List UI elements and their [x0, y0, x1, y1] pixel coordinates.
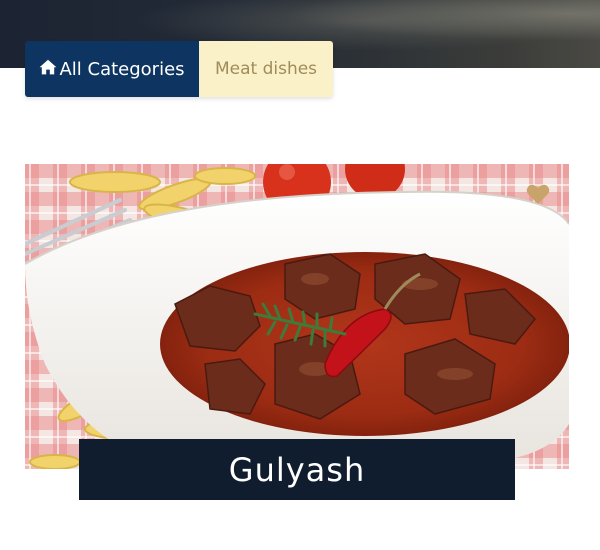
- breadcrumb-current-category: Meat dishes: [199, 41, 333, 97]
- heart-icon[interactable]: [526, 183, 550, 205]
- home-icon: [39, 59, 59, 80]
- dish-photo: [25, 164, 569, 469]
- dish-page: All Categories Meat dishes Gulyash: [0, 0, 600, 550]
- dish-title-banner: Gulyash: [79, 439, 515, 500]
- dish-title: Gulyash: [228, 450, 366, 489]
- breadcrumb-current-label: Meat dishes: [214, 59, 318, 79]
- breadcrumb-all-categories-link[interactable]: All Categories: [25, 41, 199, 97]
- breadcrumb: All Categories Meat dishes: [25, 41, 333, 97]
- breadcrumb-home-label: All Categories: [59, 58, 185, 80]
- dish-card: [25, 164, 569, 469]
